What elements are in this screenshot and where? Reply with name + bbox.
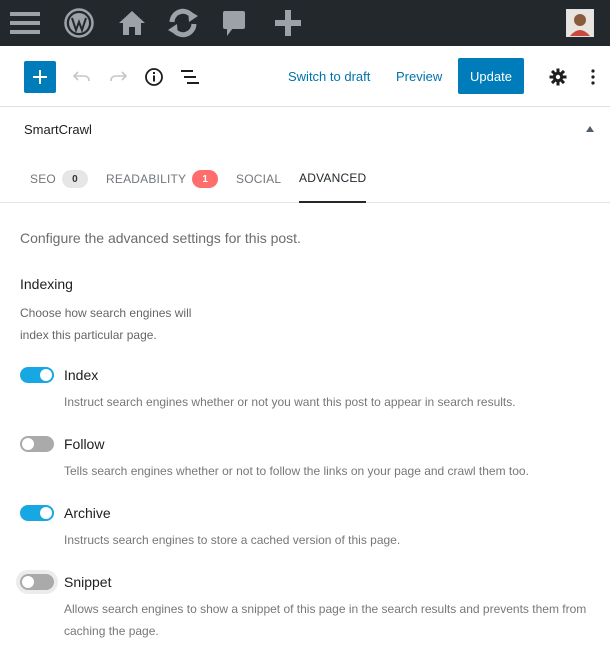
tab-label: SOCIAL (236, 172, 282, 186)
comment-icon[interactable] (220, 0, 248, 46)
archive-description: Instructs search engines to store a cach… (64, 533, 401, 547)
info-icon[interactable] (138, 61, 170, 93)
tab-label: SEO (30, 172, 56, 186)
tab-seo[interactable]: SEO 0 (30, 155, 88, 203)
tab-advanced[interactable]: ADVANCED (299, 155, 367, 203)
tab-badge: 1 (192, 170, 219, 188)
tab-badge: 0 (61, 170, 88, 188)
more-options-icon[interactable] (578, 61, 608, 93)
switch-to-draft-button[interactable]: Switch to draft (288, 69, 370, 85)
indexing-title: Indexing (20, 276, 73, 292)
archive-toggle[interactable] (20, 505, 54, 521)
index-label: Index (64, 367, 99, 383)
tab-readability[interactable]: READABILITY 1 (106, 155, 219, 203)
update-button[interactable]: Update (458, 58, 524, 94)
tab-social[interactable]: SOCIAL (236, 155, 281, 203)
index-toggle[interactable] (20, 367, 54, 383)
snippet-toggle[interactable] (20, 574, 54, 590)
index-description: Instruct search engines whether or not y… (64, 395, 516, 409)
toggle-knob (22, 576, 34, 588)
home-icon[interactable] (116, 0, 148, 46)
follow-label: Follow (64, 436, 105, 452)
list-view-icon[interactable] (174, 61, 206, 93)
indexing-description: Choose how search engines will index thi… (20, 306, 192, 342)
archive-label: Archive (64, 505, 111, 521)
undo-icon[interactable] (66, 61, 98, 93)
avatar[interactable] (566, 9, 594, 37)
plus-icon (33, 70, 47, 84)
menu-icon[interactable] (8, 0, 42, 46)
wordpress-logo-icon[interactable] (62, 0, 96, 46)
follow-description: Tells search engines whether or not to f… (64, 464, 529, 478)
admin-bar (0, 0, 610, 46)
plus-icon[interactable] (272, 0, 304, 46)
toggle-knob (40, 507, 52, 519)
snippet-label: Snippet (64, 574, 112, 590)
toggle-knob (40, 369, 52, 381)
tab-label: ADVANCED (299, 171, 367, 185)
advanced-intro: Configure the advanced settings for this… (20, 230, 301, 246)
panel-title[interactable]: SmartCrawl (24, 122, 92, 137)
redo-icon[interactable] (102, 61, 134, 93)
follow-toggle[interactable] (20, 436, 54, 452)
tab-label: READABILITY (106, 172, 187, 186)
snippet-description: Allows search engines to show a snippet … (64, 602, 587, 638)
refresh-icon[interactable] (165, 0, 201, 46)
collapse-arrow-icon[interactable] (586, 126, 594, 132)
preview-button[interactable]: Preview (396, 69, 442, 85)
add-block-button[interactable] (24, 61, 56, 93)
settings-gear-icon[interactable] (542, 61, 574, 93)
toggle-knob (22, 438, 34, 450)
editor-toolbar: Switch to draft Preview Update (0, 46, 610, 107)
tab-bar: SEO 0 READABILITY 1 SOCIAL ADVANCED (0, 155, 610, 203)
